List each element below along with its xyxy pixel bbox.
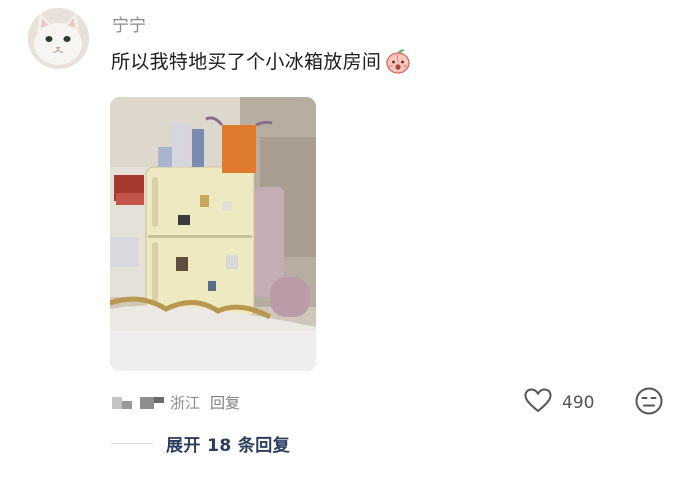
avatar[interactable]: [28, 8, 89, 69]
location-label: 浙江: [170, 394, 201, 412]
mosaic-redaction: [112, 395, 164, 411]
expand-replies-label: 展开 18 条回复: [166, 436, 291, 456]
expand-replies-button[interactable]: 展开 18 条回复: [111, 431, 290, 456]
reply-button[interactable]: 回复: [210, 392, 240, 413]
like-button[interactable]: 490: [524, 388, 594, 418]
attached-photo[interactable]: [110, 97, 316, 371]
comment-text: 所以我特地买了个小冰箱放房间: [111, 51, 382, 73]
mini-fridge-photo: [110, 97, 316, 371]
like-count: 490: [562, 393, 595, 413]
unamused-face-icon: [634, 387, 664, 420]
cat-avatar-image: [28, 8, 89, 69]
peach-face-emoji-icon: [385, 48, 411, 74]
comment-meta: 浙江 回复: [112, 392, 240, 413]
divider-line: [111, 443, 153, 444]
username[interactable]: 宁宁: [112, 11, 146, 36]
heart-icon: [524, 388, 552, 418]
comment-text-row: 所以我特地买了个小冰箱放房间: [111, 47, 411, 74]
dislike-button[interactable]: [634, 386, 664, 420]
